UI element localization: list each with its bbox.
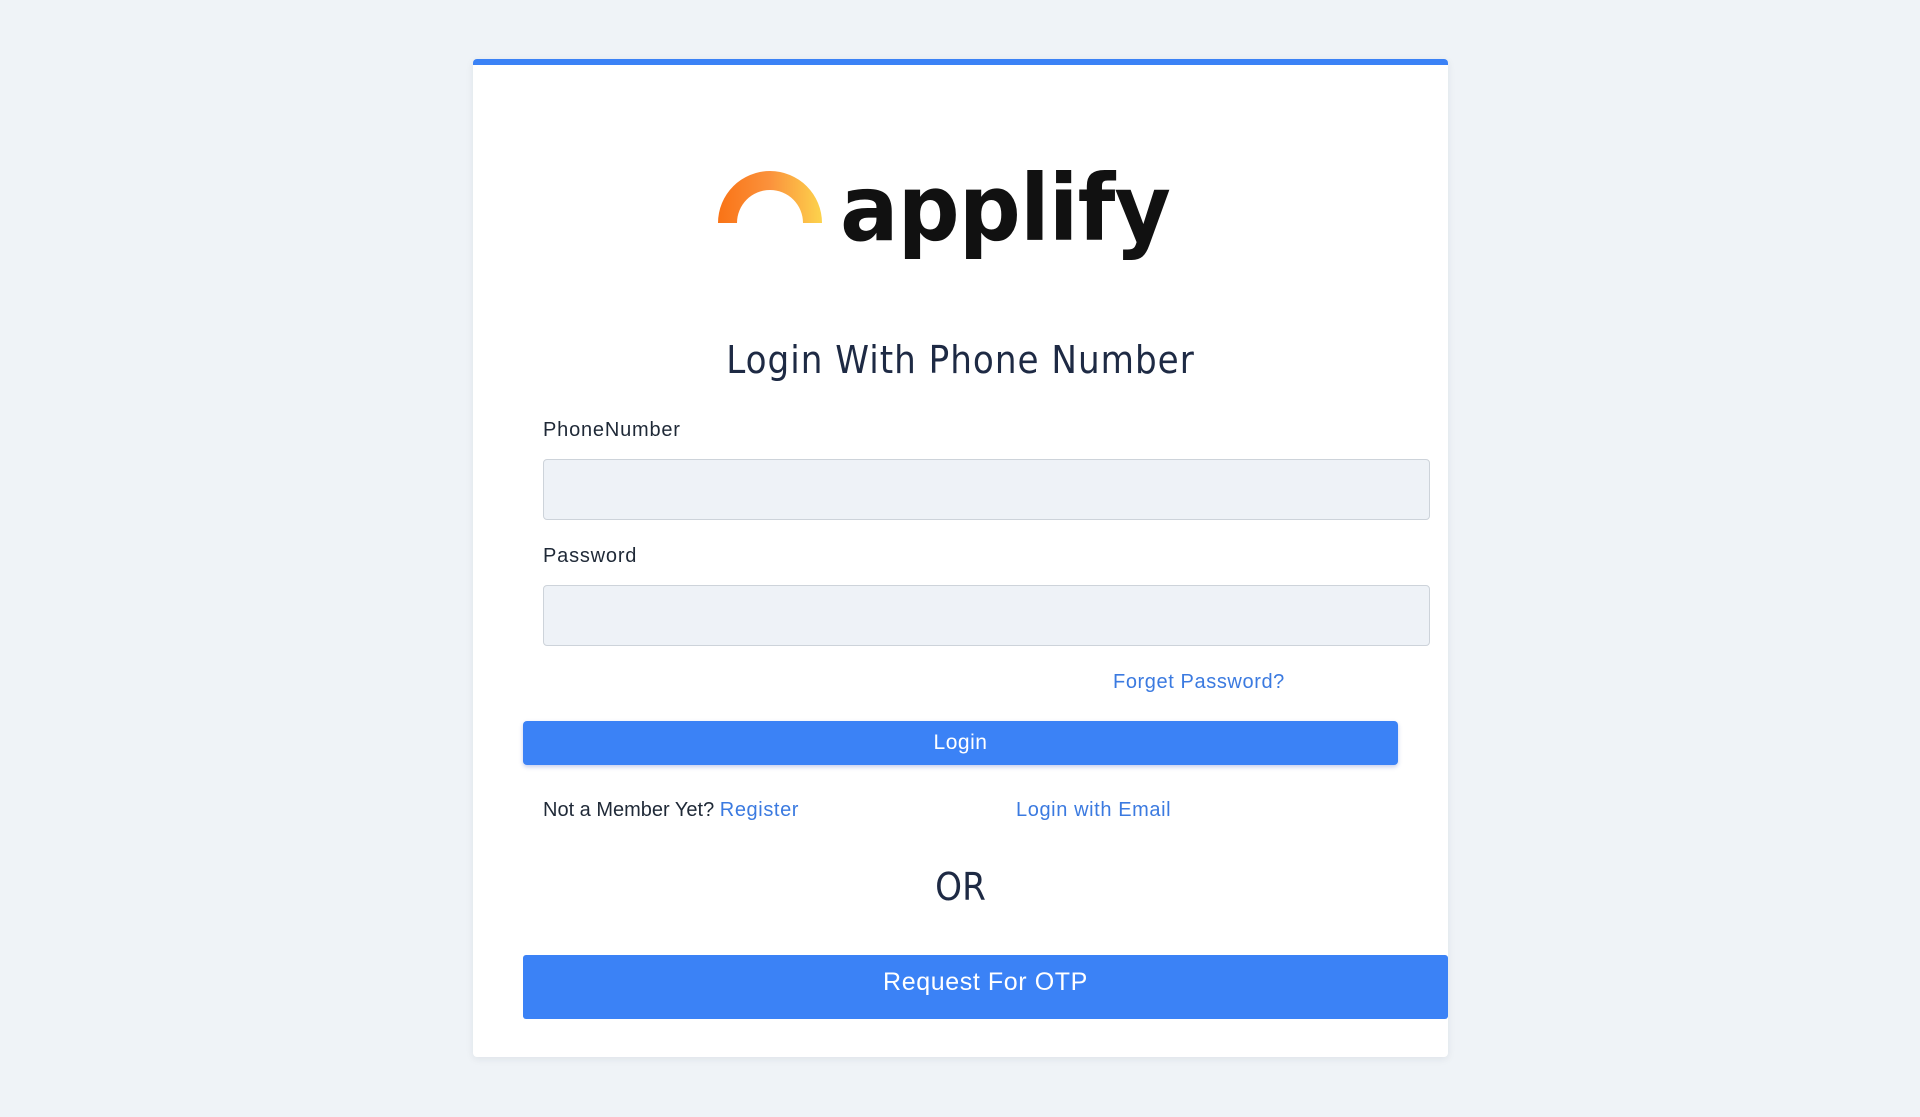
phone-number-input[interactable] — [543, 459, 1430, 520]
or-divider: OR — [935, 865, 986, 909]
logo-arc-icon — [718, 171, 822, 223]
login-card: applify Login With Phone Number PhoneNum… — [473, 59, 1448, 1057]
password-label: Password — [543, 545, 638, 567]
page-title: Login With Phone Number — [726, 338, 1195, 382]
forgot-password-link[interactable]: Forget Password? — [1113, 671, 1285, 694]
password-input[interactable] — [543, 585, 1430, 646]
register-row: Not a Member Yet? Register — [543, 799, 799, 822]
applify-logo: applify — [708, 153, 1178, 263]
logo-wordmark: applify — [840, 155, 1170, 262]
not-member-text: Not a Member Yet? — [543, 799, 715, 821]
login-with-email-link[interactable]: Login with Email — [1016, 799, 1171, 822]
request-otp-button[interactable]: Request For OTP — [523, 955, 1448, 1019]
login-button[interactable]: Login — [523, 721, 1398, 765]
phone-number-label: PhoneNumber — [543, 419, 681, 441]
register-link[interactable]: Register — [720, 799, 799, 821]
